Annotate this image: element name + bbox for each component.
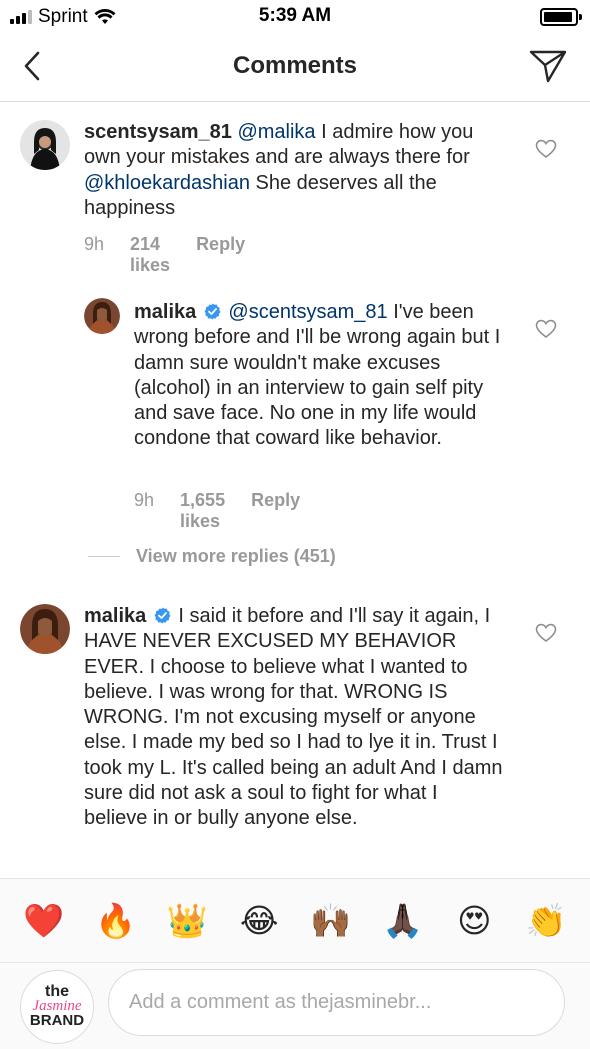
status-bar: Sprint 5:39 AM bbox=[0, 0, 590, 34]
verified-badge-icon bbox=[204, 303, 221, 320]
navigation-header: Comments bbox=[0, 34, 590, 102]
comment-text: I've been wrong before and I'll be wrong… bbox=[134, 301, 501, 450]
account-avatar-logo[interactable]: the Jasmine BRAND bbox=[20, 970, 94, 1044]
comment-body: scentsysam_81 @malika I admire how you o… bbox=[84, 120, 504, 221]
comment-time: 9h bbox=[84, 234, 105, 254]
tears-of-joy-emoji-button[interactable]: 😂 bbox=[235, 904, 283, 937]
view-more-replies-button[interactable]: View more replies (451) bbox=[88, 546, 336, 567]
page-title: Comments bbox=[232, 52, 358, 79]
heart-icon[interactable] bbox=[535, 623, 557, 643]
divider bbox=[88, 556, 120, 557]
emoji-quick-bar: ❤️ 🔥 👑 😂 🙌🏾 🙏🏿 😍 👏 bbox=[0, 878, 590, 962]
reply-button[interactable]: Reply bbox=[196, 234, 245, 276]
comment-body: malika @scentsysam_81 I've been wrong be… bbox=[134, 300, 504, 452]
mention-link[interactable]: @khloekardashian bbox=[84, 172, 250, 194]
comment-time: 9h bbox=[134, 490, 155, 510]
heart-icon[interactable] bbox=[535, 139, 557, 159]
likes-count[interactable]: 214 likes bbox=[130, 234, 170, 276]
comment-username[interactable]: scentsysam_81 bbox=[84, 121, 232, 143]
comment-input[interactable] bbox=[108, 969, 565, 1036]
comment-meta: 9h 214 likes Reply bbox=[84, 234, 245, 276]
heart-icon[interactable] bbox=[535, 319, 557, 339]
comment-composer: the Jasmine BRAND bbox=[0, 962, 590, 1049]
verified-badge-icon bbox=[154, 607, 171, 624]
battery-icon bbox=[540, 8, 582, 26]
avatar[interactable] bbox=[20, 604, 70, 654]
likes-count[interactable]: 1,655 likes bbox=[180, 490, 225, 532]
reply-button[interactable]: Reply bbox=[251, 490, 300, 532]
comment-username[interactable]: malika bbox=[134, 301, 196, 323]
mention-link[interactable]: @malika bbox=[237, 121, 315, 143]
clapping-hands-emoji-button[interactable]: 👏 bbox=[522, 904, 570, 937]
avatar[interactable] bbox=[20, 120, 70, 170]
comment-username[interactable]: malika bbox=[84, 605, 146, 627]
avatar[interactable] bbox=[84, 298, 120, 334]
comment-body: malika I said it before and I'll say it … bbox=[84, 604, 504, 832]
folded-hands-emoji-button[interactable]: 🙏🏿 bbox=[379, 904, 427, 937]
clock: 5:39 AM bbox=[258, 5, 332, 26]
heart-eyes-emoji-button[interactable]: 😍 bbox=[450, 904, 498, 937]
comment-text: I said it before and I'll say it again, … bbox=[84, 605, 503, 830]
comment-meta: 9h 1,655 likes Reply bbox=[134, 490, 300, 532]
fire-emoji-button[interactable]: 🔥 bbox=[92, 904, 140, 937]
mention-link[interactable]: @scentsysam_81 bbox=[228, 301, 387, 323]
crown-emoji-button[interactable]: 👑 bbox=[163, 904, 211, 937]
paper-plane-icon[interactable] bbox=[528, 48, 568, 84]
red-heart-emoji-button[interactable]: ❤️ bbox=[20, 904, 68, 937]
logo-text-brand: BRAND bbox=[29, 1012, 85, 1029]
logo-text-the: the bbox=[45, 983, 69, 1000]
view-more-replies-label: View more replies (451) bbox=[136, 546, 336, 566]
raising-hands-emoji-button[interactable]: 🙌🏾 bbox=[307, 904, 355, 937]
